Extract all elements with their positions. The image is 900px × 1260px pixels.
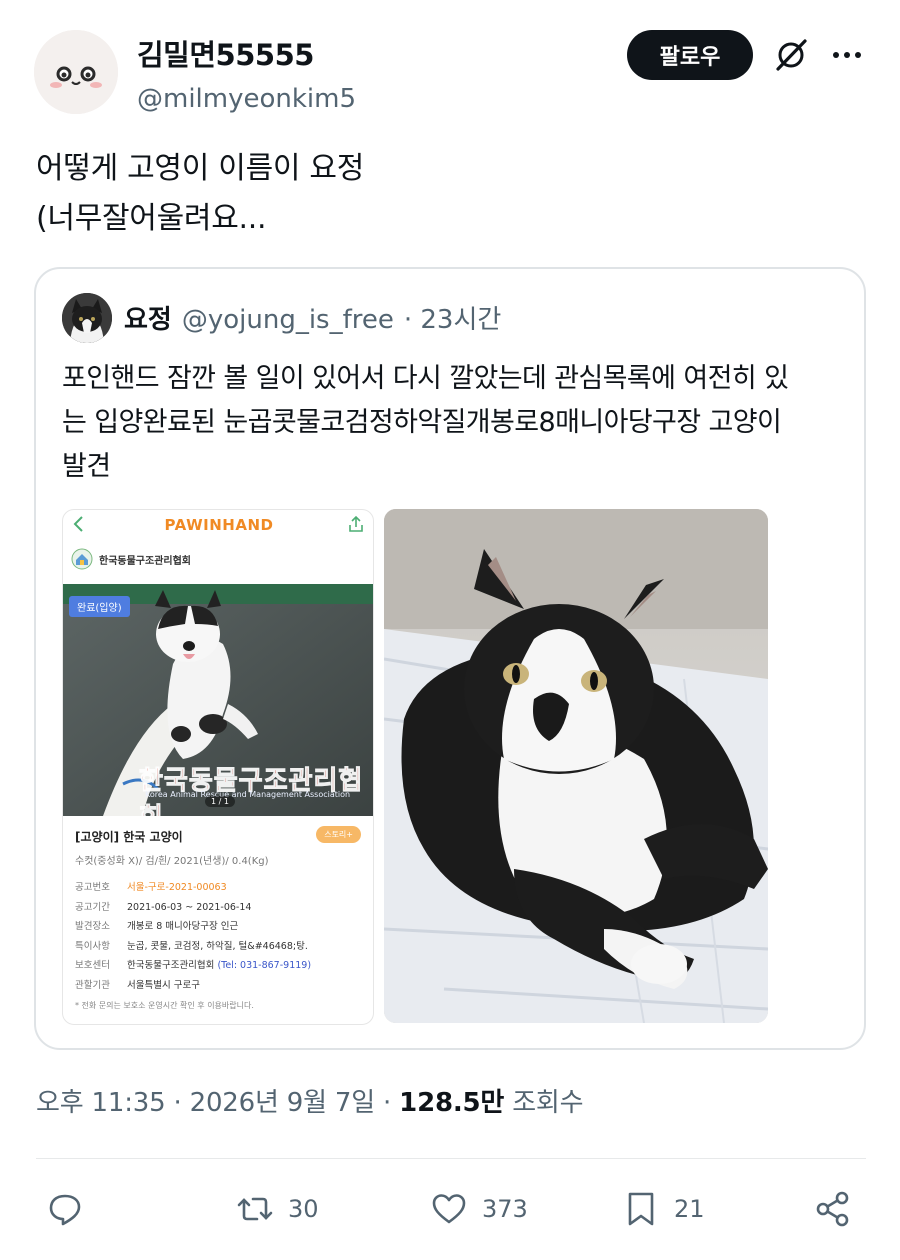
tweet-meta: 오후 11:35 · 2026년 9월 7일 · 128.5만 조회수 [36,1082,584,1119]
page-indicator: 1 / 1 [205,796,235,807]
info-key: 관할기관 [75,979,110,991]
status-badge: 완료(입양) [69,596,130,617]
heart-icon [432,1194,466,1224]
share-button[interactable] [814,1186,852,1232]
watermark-text: 한국동물구조관리협회 [139,766,364,817]
display-name[interactable]: 김밀면55555 [137,32,356,74]
retweet-button[interactable]: 30 [236,1186,319,1232]
quote-line: 포인핸드 잠깐 볼 일이 있어서 다시 깔았는데 관심목록에 여전히 있 [62,363,789,394]
info-key: 공고기간 [75,901,110,913]
org-logo-icon [71,548,93,570]
info-key: 특이사항 [75,940,110,952]
org-row: 한국동물구조관리협회 [71,548,191,570]
app-title: PAWINHAND [164,516,274,534]
quote-header: 요정 @yojung_is_free · 23시간 [124,299,501,336]
follow-button[interactable]: 팔로우 [627,30,753,80]
listing-subtitle: 수컷(중성화 X)/ 검/흰/ 2021(년생)/ 0.4(Kg) [75,856,269,867]
author-block: 김밀면55555 @milmyeonkim5 [137,32,356,114]
bookmark-icon [628,1192,654,1226]
shelter-tel: (Tel: 031-867-9119) [217,960,312,971]
shelter-name: 한국동물구조관리협회 [127,960,215,971]
timestamp[interactable]: 오후 11:35 · 2026년 9월 7일 · [36,1088,399,1118]
info-value: 2021-06-03 ~ 2021-06-14 [127,901,252,913]
divider [36,1158,866,1159]
app-bar: PAWINHAND [63,510,373,542]
info-row: 관할기관 서울특별시 구로구 [75,976,311,996]
quoted-tweet-card[interactable]: 요정 @yojung_is_free · 23시간 포인핸드 잠깐 볼 일이 있… [34,267,866,1050]
info-value: 서울특별시 구로구 [127,979,200,991]
info-value: 한국동물구조관리협회 (Tel: 031-867-9119) [127,956,311,976]
listing-info-table: 공고번호 서울-구로-2021-00063 공고기간 2021-06-03 ~ … [75,878,311,995]
view-count: 128.5만 [399,1088,505,1118]
quote-avatar[interactable] [62,293,112,343]
author-avatar[interactable] [34,30,118,114]
info-row: 발견장소 개봉로 8 매니아당구장 인근 [75,917,311,937]
tweet-line: 어떻게 고영이 이름이 요정 [36,151,365,186]
quote-line: 발견 [62,451,111,482]
more-options-icon[interactable] [828,36,866,74]
bookmark-count: 21 [674,1195,705,1223]
tweet-text: 어떻게 고영이 이름이 요정 (너무잘어울려요... [36,144,364,244]
listing-title: [고양이] 한국 고양이 [75,830,183,844]
share-upload-icon [349,515,363,532]
kitten-photo: 완료(입양) 한국동물구조관리협회 Korea Animal Rescue an… [63,584,373,817]
footnote: * 전화 문의는 보호소 운영시간 확인 후 이용바랍니다. [75,1001,254,1010]
retweet-count: 30 [288,1195,319,1223]
quote-timestamp[interactable]: · 23시간 [404,299,501,336]
quote-text: 포인핸드 잠깐 볼 일이 있어서 다시 깔았는데 관심목록에 여전히 있 는 입… [62,357,852,489]
info-value: 서울-구로-2021-00063 [127,882,227,893]
quote-handle[interactable]: @yojung_is_free [182,305,394,335]
watermark-subtext: Korea Animal Rescue and Management Assoc… [145,790,351,799]
view-label: 조회수 [504,1088,584,1118]
reply-button[interactable] [46,1186,84,1232]
info-key: 발견장소 [75,921,110,932]
reply-icon [49,1194,81,1226]
info-value: 개봉로 8 매니아당구장 인근 [127,921,239,932]
org-name: 한국동물구조관리협회 [99,555,191,567]
cat-photo[interactable] [384,509,768,1023]
info-row: 공고번호 서울-구로-2021-00063 [75,878,311,898]
tweet-line: (너무잘어울려요... [36,201,267,236]
info-row: 특이사항 눈곱, 콧물, 코검정, 하악질, 털&#46468;탕. [75,937,311,957]
quote-line: 는 입양완료된 눈곱콧물코검정하악질개봉로8매니아당구장 고양이 [62,407,782,438]
story-button: 스토리+ [316,826,361,843]
info-row: 공고기간 2021-06-03 ~ 2021-06-14 [75,898,311,918]
like-count: 373 [482,1195,528,1223]
quote-display-name[interactable]: 요정 [124,299,172,336]
info-row: 보호센터 한국동물구조관리협회 (Tel: 031-867-9119) [75,956,311,976]
info-value: 눈곱, 콧물, 코검정, 하악질, 털&#46468;탕. [127,940,308,952]
like-button[interactable]: 373 [430,1186,528,1232]
retweet-icon [237,1197,273,1221]
info-key: 공고번호 [75,882,110,893]
share-icon [816,1191,849,1227]
grok-icon[interactable] [772,36,810,74]
info-key: 보호센터 [75,960,110,971]
pawinhand-screenshot-image[interactable]: PAWINHAND 한국동물구조관리협회 완료(입양) 한국동물구조관리협 Ko… [62,509,374,1025]
author-handle[interactable]: @milmyeonkim5 [137,84,356,114]
bookmark-button[interactable]: 21 [622,1186,705,1232]
